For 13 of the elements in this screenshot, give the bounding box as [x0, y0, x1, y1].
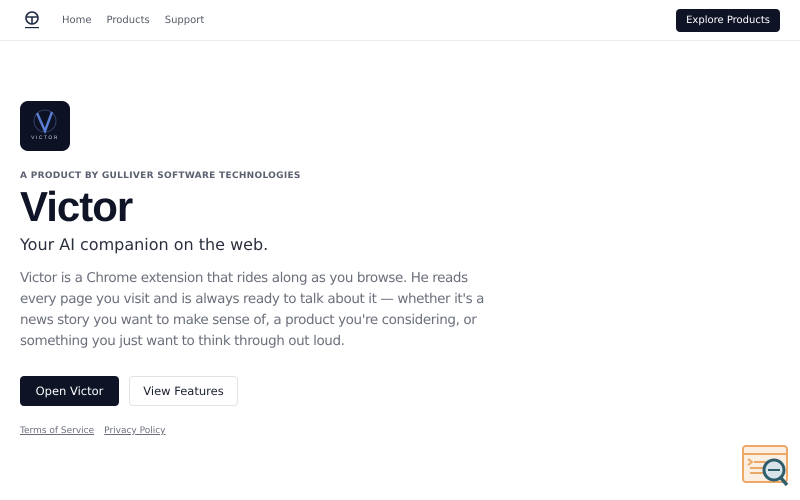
explore-products-button[interactable]: Explore Products [676, 8, 780, 32]
subtitle: Your AI companion on the web. [20, 235, 270, 254]
open-button[interactable]: Open Victor [20, 376, 119, 406]
product-title: Victor [20, 183, 134, 231]
footer-link[interactable]: Privacy Policy [104, 426, 166, 436]
features-button[interactable]: View Features [129, 376, 238, 406]
footer-link[interactable]: Terms of Service [20, 426, 94, 436]
nav-link[interactable]: Products [106, 14, 150, 26]
description: Victor is a Chrome extension that rides along as you browse. He reads every page you visit and is always ready to talk about it — whether it's a news story you want to make sense of, a product you're considering, or something you just want to think through out loud. [20, 269, 486, 351]
eyebrow-text: A PRODUCT BY GULLIVER SOFTWARE TECHNOLOGIES [20, 171, 302, 181]
nav-link[interactable]: Home [62, 14, 92, 26]
nav-link[interactable]: Support [164, 14, 204, 26]
logo-icon[interactable] [24, 11, 40, 29]
